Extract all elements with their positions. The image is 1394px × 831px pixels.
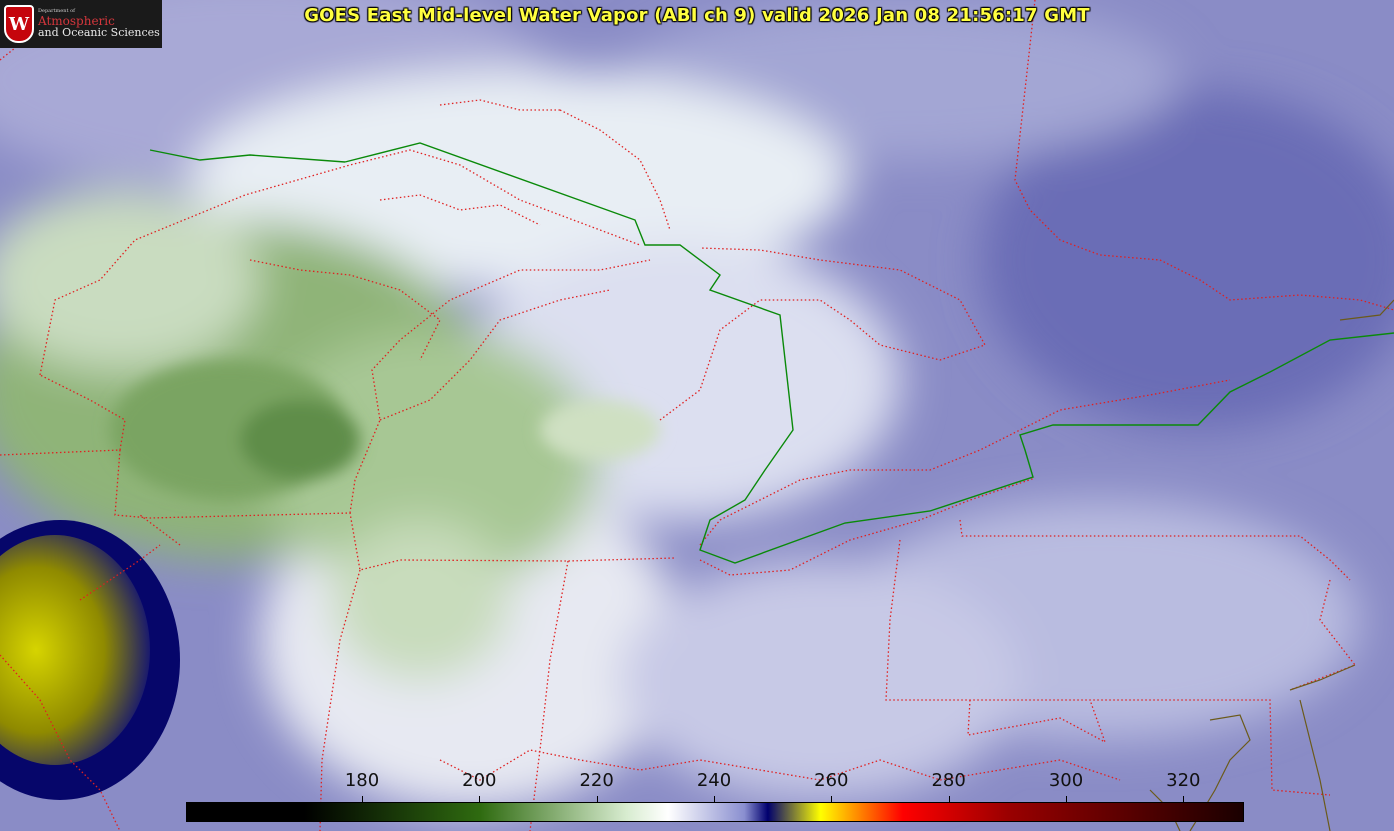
image-title: GOES East Mid-level Water Vapor (ABI ch … [304,5,1090,26]
colorbar-tick-label: 280 [931,770,966,791]
colorbar-tick-label: 240 [696,770,732,791]
colorbar-tick-label: 320 [1166,770,1201,791]
colorbar [186,802,1244,822]
colorbar-tick-label: 180 [344,770,380,791]
colorbar-tick-label: 300 [1048,770,1084,791]
colorbar-tick-label: 220 [579,770,614,791]
colorbar-tick-label: 260 [814,770,849,791]
logo-line-2: and Oceanic Sciences [38,26,160,40]
water-vapor-map [0,0,1394,831]
colorbar-tick-label: 200 [462,770,497,791]
